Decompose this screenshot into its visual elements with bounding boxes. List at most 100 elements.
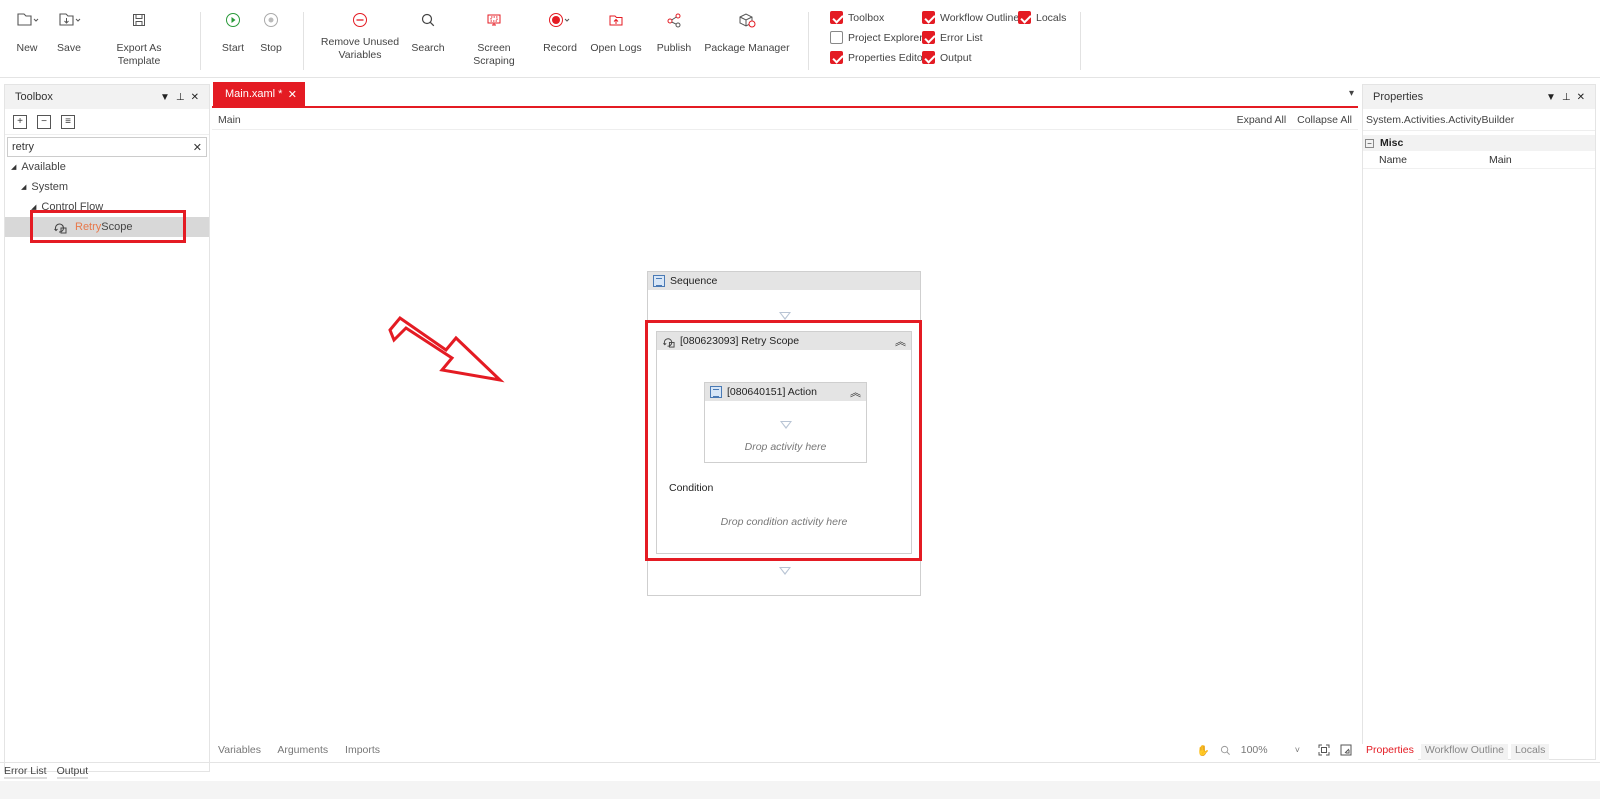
- zoom-dropdown-icon[interactable]: ˅: [1295, 745, 1300, 755]
- ribbon-separator: [1080, 12, 1081, 70]
- tab-properties[interactable]: Properties: [1362, 744, 1418, 760]
- breadcrumb[interactable]: Main: [218, 114, 241, 126]
- properties-panel: Properties ▼ ⊥ ✕ System.Activities.Activ…: [1362, 84, 1596, 760]
- checkbox-checked-icon: [922, 51, 935, 64]
- toolbox-toolbar: + − ≡: [5, 109, 209, 135]
- tab-main-xaml[interactable]: Main.xaml * ✕: [213, 82, 305, 106]
- tab-locals[interactable]: Locals: [1511, 744, 1550, 760]
- properties-type-name: System.Activities.ActivityBuilder: [1363, 109, 1595, 131]
- property-value[interactable]: Main: [1489, 154, 1512, 166]
- tab-list-menu-icon[interactable]: ▾: [1349, 88, 1354, 99]
- drop-point-icon[interactable]: [779, 312, 791, 320]
- collapse-category-icon[interactable]: −: [1365, 138, 1374, 148]
- property-row[interactable]: Name Main: [1363, 151, 1595, 169]
- toolbox-title: Toolbox: [15, 91, 53, 103]
- highlight-box: [645, 320, 922, 561]
- checkbox-checked-icon: [830, 11, 843, 24]
- export-template-button[interactable]: Export As Template: [94, 8, 184, 68]
- overview-map-icon[interactable]: [1340, 744, 1352, 756]
- annotation-arrow-icon: [388, 315, 505, 383]
- record-button[interactable]: Record: [540, 8, 580, 55]
- pin-icon[interactable]: ⊥: [1562, 92, 1571, 103]
- screen-scraping-icon: [456, 8, 532, 32]
- sequence-icon: [653, 275, 665, 287]
- tab-error-list[interactable]: Error List: [4, 765, 47, 779]
- status-strip: [0, 781, 1600, 799]
- properties-category[interactable]: − Misc: [1363, 135, 1595, 151]
- share-icon: [652, 8, 696, 32]
- toggle-error-list[interactable]: Error List: [922, 31, 983, 44]
- package-manager-button[interactable]: Package Manager: [704, 8, 790, 55]
- zoom-search-icon[interactable]: [1220, 745, 1231, 756]
- open-logs-icon: [590, 8, 642, 32]
- clear-search-icon[interactable]: ✕: [193, 141, 202, 154]
- start-button[interactable]: Start: [218, 8, 248, 55]
- imports-tab[interactable]: Imports: [345, 744, 380, 756]
- drop-point-icon[interactable]: [779, 567, 791, 575]
- variables-tab[interactable]: Variables: [218, 744, 261, 756]
- list-view-icon[interactable]: ≡: [61, 114, 75, 129]
- search-icon: [408, 8, 448, 32]
- properties-tab-strip: Properties Workflow Outline Locals: [1362, 744, 1596, 760]
- tab-workflow-outline[interactable]: Workflow Outline: [1420, 744, 1509, 760]
- dropdown-arrow-icon[interactable]: ▼: [160, 92, 170, 103]
- tab-output[interactable]: Output: [56, 765, 89, 779]
- arguments-tab[interactable]: Arguments: [277, 744, 328, 756]
- collapse-all-link[interactable]: Collapse All: [1297, 114, 1352, 126]
- new-file-icon: [10, 8, 44, 32]
- save-button[interactable]: Save: [52, 8, 86, 55]
- toggle-output[interactable]: Output: [922, 51, 972, 64]
- fit-to-screen-icon[interactable]: [1318, 744, 1330, 756]
- package-icon: [704, 8, 790, 32]
- toggle-project-explorer[interactable]: Project Explorer: [830, 31, 923, 44]
- pin-icon[interactable]: ⊥: [176, 92, 185, 103]
- canvas-footer: Variables Arguments Imports ✋ 100% ˅: [212, 740, 1358, 760]
- open-logs-button[interactable]: Open Logs: [590, 8, 642, 55]
- publish-button[interactable]: Publish: [652, 8, 696, 55]
- stop-icon: [256, 8, 286, 32]
- export-template-icon: [94, 8, 184, 32]
- stop-button[interactable]: Stop: [256, 8, 286, 55]
- toolbox-header: Toolbox ▼ ⊥ ✕: [5, 85, 209, 109]
- toolbox-search-input[interactable]: retry ✕: [7, 137, 207, 157]
- close-tab-icon[interactable]: ✕: [288, 88, 297, 101]
- expand-all-icon[interactable]: +: [13, 114, 27, 129]
- checkbox-unchecked-icon: [830, 31, 843, 44]
- breadcrumb-bar: Main Expand All Collapse All: [212, 110, 1358, 130]
- save-icon: [52, 8, 86, 32]
- search-button[interactable]: Search: [408, 8, 448, 55]
- search-value: retry: [12, 141, 34, 153]
- toggle-workflow-outline[interactable]: Workflow Outline: [922, 11, 1019, 24]
- new-button[interactable]: New: [10, 8, 44, 55]
- expand-all-link[interactable]: Expand All: [1237, 114, 1287, 126]
- bottom-panel-bar: Error List Output: [0, 762, 1600, 799]
- dropdown-arrow-icon[interactable]: ▼: [1546, 92, 1556, 103]
- pan-hand-icon[interactable]: ✋: [1197, 744, 1210, 757]
- close-icon[interactable]: ✕: [191, 92, 199, 103]
- ribbon-separator: [303, 12, 304, 70]
- screen-scraping-button[interactable]: Screen Scraping: [456, 8, 532, 68]
- properties-title: Properties: [1373, 91, 1424, 103]
- ribbon: New Save Export As Template Start Stop R…: [0, 0, 1600, 78]
- toggle-toolbox[interactable]: Toolbox: [830, 11, 884, 24]
- properties-header: Properties ▼ ⊥ ✕: [1363, 85, 1595, 109]
- zoom-level[interactable]: 100%: [1241, 744, 1285, 756]
- highlight-box: [30, 210, 186, 243]
- checkbox-checked-icon: [922, 31, 935, 44]
- checkbox-checked-icon: [830, 51, 843, 64]
- record-icon: [540, 8, 580, 32]
- remove-unused-variables-button[interactable]: Remove Unused Variables: [320, 8, 400, 62]
- tree-node-available[interactable]: ◢ Available: [5, 157, 209, 177]
- ribbon-separator: [808, 12, 809, 70]
- expanded-triangle-icon: ◢: [21, 184, 27, 191]
- play-icon: [218, 8, 248, 32]
- collapse-all-icon[interactable]: −: [37, 114, 51, 129]
- remove-icon: [320, 8, 400, 32]
- toggle-properties-editor[interactable]: Properties Editor: [830, 51, 926, 64]
- expanded-triangle-icon: ◢: [11, 164, 17, 171]
- close-icon[interactable]: ✕: [1577, 92, 1585, 103]
- tree-node-system[interactable]: ◢ System: [5, 177, 209, 197]
- sequence-header[interactable]: Sequence: [648, 272, 920, 290]
- toggle-locals[interactable]: Locals: [1018, 11, 1066, 24]
- checkbox-checked-icon: [1018, 11, 1031, 24]
